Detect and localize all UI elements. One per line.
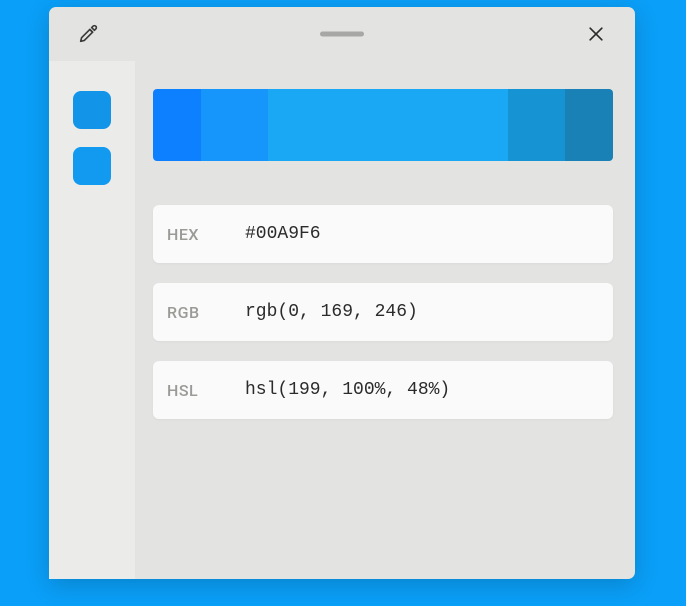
hex-value: #00A9F6 [245, 224, 321, 244]
rgb-value: rgb(0, 169, 246) [245, 302, 418, 322]
color-picker-window: HEX #00A9F6 RGB rgb(0, 169, 246) HSL hsl… [49, 7, 635, 579]
hsl-label: HSL [167, 381, 245, 400]
palette-segment[interactable] [201, 89, 268, 161]
eyedropper-icon [77, 23, 99, 45]
close-button[interactable] [579, 17, 613, 51]
eyedropper-button[interactable] [71, 17, 105, 51]
main-content: HEX #00A9F6 RGB rgb(0, 169, 246) HSL hsl… [135, 61, 635, 579]
palette-segment[interactable] [153, 89, 201, 161]
palette-segment[interactable] [565, 89, 613, 161]
hsl-value: hsl(199, 100%, 48%) [245, 380, 450, 400]
sidebar [49, 61, 135, 579]
drag-handle[interactable] [320, 32, 364, 37]
palette-strip[interactable] [153, 89, 613, 161]
rgb-label: RGB [167, 303, 245, 322]
sidebar-swatch[interactable] [73, 147, 111, 185]
titlebar [49, 7, 635, 61]
hex-row[interactable]: HEX #00A9F6 [153, 205, 613, 263]
sidebar-swatch[interactable] [73, 91, 111, 129]
hex-label: HEX [167, 225, 245, 244]
body: HEX #00A9F6 RGB rgb(0, 169, 246) HSL hsl… [49, 61, 635, 579]
palette-segment[interactable] [508, 89, 566, 161]
palette-segment[interactable] [268, 89, 508, 161]
close-icon [586, 24, 606, 44]
rgb-row[interactable]: RGB rgb(0, 169, 246) [153, 283, 613, 341]
hsl-row[interactable]: HSL hsl(199, 100%, 48%) [153, 361, 613, 419]
